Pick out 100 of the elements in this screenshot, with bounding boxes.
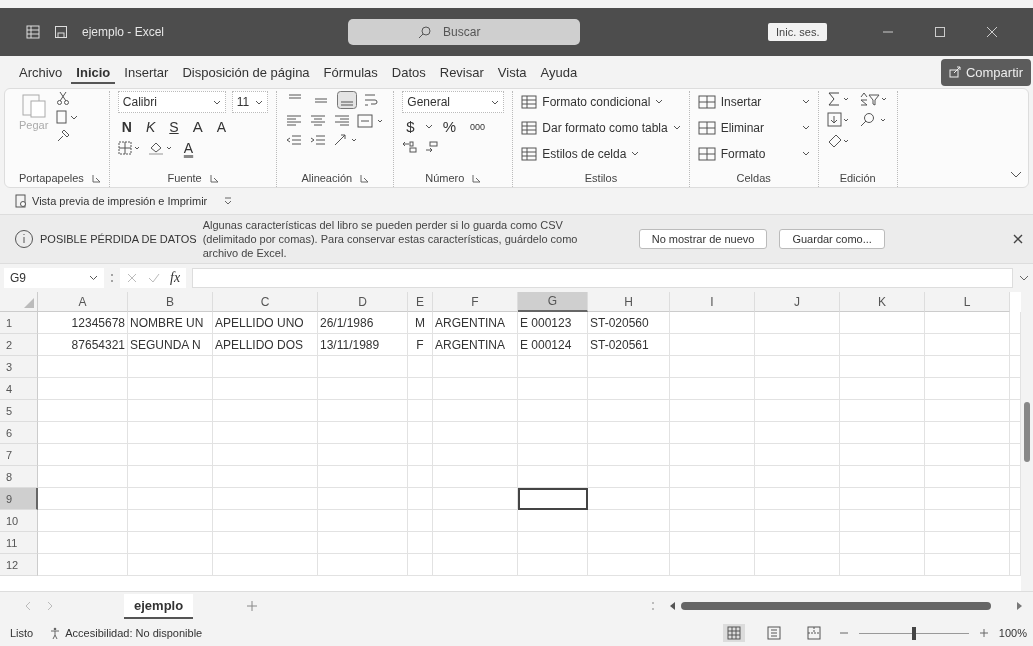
column-header[interactable]: B	[128, 292, 213, 312]
spreadsheet-icon[interactable]	[26, 25, 40, 39]
row-header[interactable]: 9	[0, 488, 38, 510]
view-icon[interactable]	[722, 624, 745, 642]
table-cell[interactable]	[518, 532, 588, 554]
table-cell[interactable]	[433, 488, 518, 510]
row-header[interactable]: 3	[0, 356, 38, 378]
table-cell[interactable]	[840, 488, 925, 510]
indent-icon[interactable]	[285, 133, 304, 147]
menu-tab[interactable]: Ayuda	[535, 60, 583, 84]
table-cell[interactable]	[38, 444, 128, 466]
bold-button[interactable]: N	[117, 118, 136, 135]
table-cell[interactable]	[213, 510, 318, 532]
row-header[interactable]: 12	[0, 554, 38, 576]
table-cell[interactable]	[588, 554, 670, 576]
search-field[interactable]: Buscar	[348, 19, 581, 45]
table-cell[interactable]	[38, 378, 128, 400]
table-cell[interactable]	[408, 488, 433, 510]
table-cell[interactable]	[670, 378, 755, 400]
menu-tab[interactable]: Disposición de página	[177, 60, 315, 84]
table-cell[interactable]	[213, 444, 318, 466]
align-icon[interactable]	[285, 114, 304, 128]
table-cell[interactable]	[755, 334, 840, 356]
column-header[interactable]: A	[38, 292, 128, 312]
table-cell[interactable]	[128, 378, 213, 400]
table-cell[interactable]: F	[408, 334, 433, 356]
thousands-button[interactable]: 000	[466, 121, 489, 132]
table-cell[interactable]	[128, 466, 213, 488]
table-cell[interactable]	[408, 532, 433, 554]
table-cell[interactable]	[318, 378, 408, 400]
table-cell[interactable]	[670, 444, 755, 466]
scroll-right-icon[interactable]	[1015, 602, 1023, 610]
menu-tab[interactable]: Archivo	[14, 60, 68, 84]
table-cell[interactable]: APELLIDO DOS	[213, 334, 318, 356]
table-cell[interactable]	[318, 466, 408, 488]
cells-menu-button[interactable]: Insertar	[697, 91, 810, 112]
table-cell[interactable]	[670, 466, 755, 488]
table-cell[interactable]	[925, 488, 1010, 510]
table-cell[interactable]	[128, 422, 213, 444]
table-cell[interactable]	[670, 554, 755, 576]
table-cell[interactable]	[588, 532, 670, 554]
table-cell[interactable]	[518, 378, 588, 400]
close-icon[interactable]	[1013, 234, 1023, 244]
table-cell[interactable]	[925, 356, 1010, 378]
brush-icon[interactable]	[56, 129, 71, 143]
table-cell[interactable]	[588, 466, 670, 488]
table-cell[interactable]	[408, 466, 433, 488]
menu-tab[interactable]: Insertar	[119, 60, 174, 84]
table-cell[interactable]	[38, 510, 128, 532]
table-cell[interactable]	[925, 466, 1010, 488]
copy-icon[interactable]	[56, 110, 79, 124]
column-header[interactable]: J	[755, 292, 840, 312]
table-cell[interactable]	[925, 422, 1010, 444]
table-cell[interactable]	[408, 422, 433, 444]
table-cell[interactable]	[318, 554, 408, 576]
table-cell[interactable]	[755, 312, 840, 334]
table-cell[interactable]	[518, 356, 588, 378]
font-name-dropdown[interactable]: Calibri	[117, 91, 226, 113]
table-cell[interactable]	[433, 422, 518, 444]
selected-cell[interactable]	[518, 488, 588, 510]
table-cell[interactable]	[318, 356, 408, 378]
table-cell[interactable]	[213, 554, 318, 576]
zoom-level[interactable]: 100%	[998, 627, 1027, 639]
table-cell[interactable]: ST-020561	[588, 334, 670, 356]
table-cell[interactable]	[840, 312, 925, 334]
formula-field[interactable]	[192, 268, 1013, 288]
zoom-in-icon[interactable]	[978, 628, 989, 638]
table-cell[interactable]	[38, 466, 128, 488]
zoom-slider[interactable]	[911, 626, 916, 640]
table-cell[interactable]	[670, 532, 755, 554]
table-cell[interactable]	[755, 356, 840, 378]
cells-menu-button[interactable]: Eliminar	[697, 117, 810, 138]
table-cell[interactable]	[433, 466, 518, 488]
table-cell[interactable]	[128, 488, 213, 510]
table-cell[interactable]	[518, 422, 588, 444]
row-header[interactable]: 4	[0, 378, 38, 400]
table-cell[interactable]: ARGENTINA	[433, 312, 518, 334]
column-header[interactable]: E	[408, 292, 433, 312]
table-cell[interactable]	[433, 510, 518, 532]
table-cell[interactable]	[38, 422, 128, 444]
table-cell[interactable]	[670, 510, 755, 532]
table-cell[interactable]	[588, 400, 670, 422]
font-color-button[interactable]: A	[179, 140, 198, 156]
increase-decimal-icon[interactable]	[402, 140, 419, 154]
table-cell[interactable]	[408, 510, 433, 532]
sort-filter-icon[interactable]	[858, 91, 889, 107]
column-header[interactable]: D	[318, 292, 408, 312]
table-cell[interactable]	[925, 334, 1010, 356]
table-cell[interactable]	[408, 400, 433, 422]
table-cell[interactable]	[518, 466, 588, 488]
table-cell[interactable]	[433, 554, 518, 576]
column-header[interactable]: I	[670, 292, 755, 312]
table-cell[interactable]: NOMBRE UN	[128, 312, 213, 334]
table-cell[interactable]	[588, 422, 670, 444]
currency-button[interactable]: $	[402, 118, 419, 135]
table-cell[interactable]	[433, 444, 518, 466]
table-cell[interactable]	[433, 378, 518, 400]
table-cell[interactable]	[518, 444, 588, 466]
launcher-icon[interactable]	[472, 173, 482, 183]
next-sheet-icon[interactable]	[46, 601, 54, 611]
